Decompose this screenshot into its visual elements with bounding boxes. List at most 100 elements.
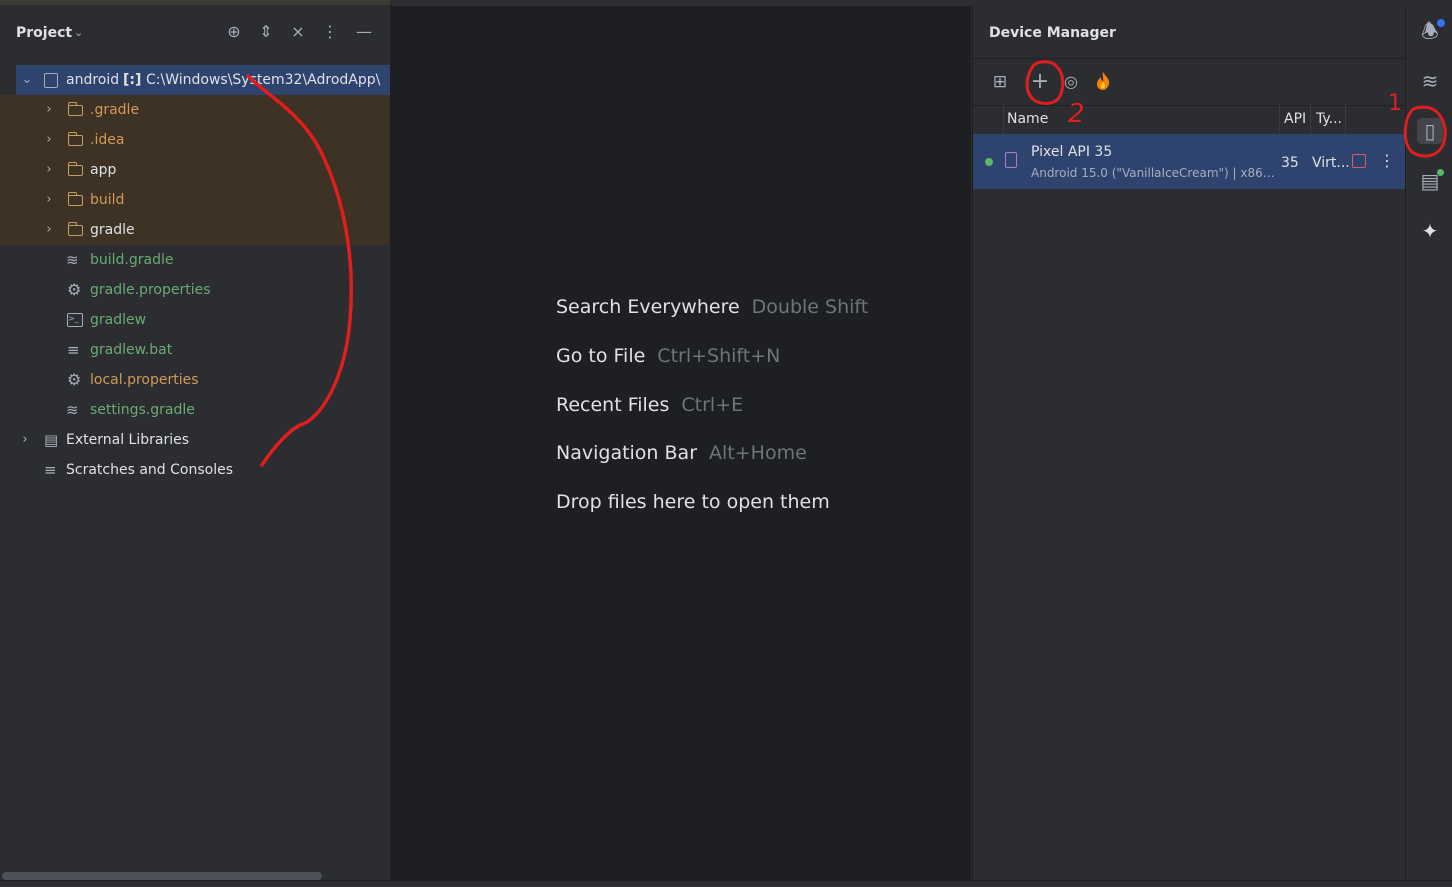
hint-label: Search Everywhere bbox=[556, 296, 740, 318]
root-path: C:\Windows\System32\AdrodApp\ bbox=[146, 72, 381, 88]
folder-label: .idea bbox=[90, 132, 125, 148]
project-tool-window: Project ⌄ ⊕ ⇕ × ⋮ — ⌄ android [:] C:\Win… bbox=[0, 6, 391, 880]
right-tool-strip: 🕭 ≋ ▯ ▤ ✦ bbox=[1405, 6, 1452, 880]
firebase-icon[interactable] bbox=[1092, 71, 1114, 93]
gemini-sparkle-icon[interactable]: ✦ bbox=[1417, 218, 1443, 244]
file-label: local.properties bbox=[90, 372, 199, 388]
gradle-icon: ≋ bbox=[66, 401, 79, 419]
file-label: settings.gradle bbox=[90, 402, 195, 418]
tree-file-local-properties[interactable]: ⚙ local.properties bbox=[0, 365, 390, 395]
hint-search-everywhere: Search Everywhere Double Shift bbox=[556, 296, 868, 318]
device-subtitle: Android 15.0 ("VanillaIceCream") | x86_.… bbox=[1031, 166, 1277, 180]
chevron-down-icon[interactable]: ⌄ bbox=[20, 65, 34, 95]
horizontal-scrollbar[interactable] bbox=[2, 872, 322, 880]
device-table-header: Name API Ty... bbox=[973, 104, 1405, 134]
folder-icon bbox=[68, 222, 83, 236]
file-label: gradlew.bat bbox=[90, 342, 173, 358]
folder-label: build bbox=[90, 192, 125, 208]
terminal-icon: >_ bbox=[67, 313, 83, 327]
scratches-label: Scratches and Consoles bbox=[66, 462, 233, 478]
hide-panel-icon[interactable]: — bbox=[354, 22, 374, 42]
root-marker: [:] bbox=[123, 72, 142, 88]
device-type: Virt... bbox=[1312, 155, 1350, 171]
status-running-dot bbox=[985, 158, 993, 166]
chevron-right-icon[interactable]: › bbox=[42, 215, 56, 245]
module-folder-icon bbox=[44, 73, 58, 88]
file-label: gradle.properties bbox=[90, 282, 211, 298]
collapse-all-icon[interactable]: × bbox=[288, 22, 308, 42]
tree-scratches-consoles[interactable]: ≡ Scratches and Consoles bbox=[0, 455, 390, 485]
folder-icon bbox=[68, 102, 83, 116]
hint-shortcut: Ctrl+Shift+N bbox=[657, 345, 781, 367]
tree-folder-idea[interactable]: › .idea bbox=[0, 125, 390, 155]
chevron-right-icon[interactable]: › bbox=[42, 185, 56, 215]
device-manager-panel: Device Manager ⊞ + ◎ Name API Ty... Pixe… bbox=[972, 6, 1405, 880]
library-icon: ▤ bbox=[44, 431, 59, 449]
hint-label: Drop files here to open them bbox=[556, 491, 830, 513]
folder-label: .gradle bbox=[90, 102, 140, 118]
tree-folder-dotgradle[interactable]: › .gradle bbox=[0, 95, 390, 125]
device-grid-icon[interactable]: ⊞ bbox=[989, 71, 1011, 93]
column-name[interactable]: Name bbox=[1007, 104, 1048, 134]
project-panel-title[interactable]: Project bbox=[16, 25, 72, 41]
more-options-icon[interactable]: ⋮ bbox=[320, 22, 340, 42]
tree-file-gradlew[interactable]: >_ gradlew bbox=[0, 305, 390, 335]
hint-recent-files: Recent Files Ctrl+E bbox=[556, 394, 743, 416]
column-type[interactable]: Ty... bbox=[1316, 104, 1342, 134]
chevron-right-icon[interactable]: › bbox=[18, 425, 32, 455]
device-row-pixel-api-35[interactable]: Pixel API 35 Android 15.0 ("VanillaIceCr… bbox=[973, 134, 1405, 189]
device-manager-toolbar: ⊞ + ◎ bbox=[973, 58, 1405, 106]
hint-go-to-file: Go to File Ctrl+Shift+N bbox=[556, 345, 780, 367]
locate-target-icon[interactable]: ⊕ bbox=[224, 22, 244, 42]
tree-folder-build[interactable]: › build bbox=[0, 185, 390, 215]
file-label: build.gradle bbox=[90, 252, 174, 268]
hint-label: Recent Files bbox=[556, 394, 670, 416]
column-api[interactable]: API bbox=[1284, 104, 1306, 134]
wifi-pair-icon[interactable]: ◎ bbox=[1060, 71, 1082, 93]
tree-external-libraries[interactable]: › ▤ External Libraries bbox=[0, 425, 390, 455]
external-libraries-label: External Libraries bbox=[66, 432, 189, 448]
editor-area: Search Everywhere Double Shift Go to File… bbox=[391, 6, 971, 880]
chevron-right-icon[interactable]: › bbox=[42, 95, 56, 125]
tree-file-settings-gradle[interactable]: ≋ settings.gradle bbox=[0, 395, 390, 425]
folder-icon bbox=[68, 162, 83, 176]
tree-file-gradlew-bat[interactable]: ≡ gradlew.bat bbox=[0, 335, 390, 365]
hint-drop-files: Drop files here to open them bbox=[556, 491, 830, 513]
tree-root-android[interactable]: ⌄ android [:] C:\Windows\System32\AdrodA… bbox=[16, 65, 390, 95]
device-name: Pixel API 35 bbox=[1031, 144, 1113, 160]
chevron-right-icon[interactable]: › bbox=[42, 125, 56, 155]
virtual-device-icon bbox=[1005, 152, 1017, 168]
hint-shortcut: Double Shift bbox=[751, 296, 869, 318]
stop-device-icon[interactable] bbox=[1352, 154, 1366, 168]
running-badge bbox=[1437, 169, 1444, 176]
hint-label: Go to File bbox=[556, 345, 646, 367]
scratches-icon: ≡ bbox=[44, 461, 57, 479]
device-api: 35 bbox=[1281, 155, 1299, 171]
tree-file-gradle-properties[interactable]: ⚙ gradle.properties bbox=[0, 275, 390, 305]
chevron-down-icon[interactable]: ⌄ bbox=[74, 26, 83, 39]
tree-folder-app[interactable]: › app bbox=[0, 155, 390, 185]
gradle-icon: ≋ bbox=[66, 251, 79, 269]
text-lines-icon: ≡ bbox=[67, 341, 80, 359]
settings-gear-icon: ⚙ bbox=[67, 280, 82, 299]
notification-badge bbox=[1437, 19, 1445, 27]
tree-file-build-gradle[interactable]: ≋ build.gradle bbox=[0, 245, 390, 275]
expand-all-icon[interactable]: ⇕ bbox=[256, 22, 276, 42]
gradle-icon[interactable]: ≋ bbox=[1417, 68, 1443, 94]
settings-gear-icon: ⚙ bbox=[67, 370, 82, 389]
root-name: android bbox=[66, 72, 120, 88]
hint-label: Navigation Bar bbox=[556, 442, 698, 464]
folder-icon bbox=[68, 132, 83, 146]
tree-folder-gradle[interactable]: › gradle bbox=[0, 215, 390, 245]
hint-navigation-bar: Navigation Bar Alt+Home bbox=[556, 442, 807, 464]
more-actions-icon[interactable]: ⋮ bbox=[1379, 151, 1395, 170]
device-manager-title: Device Manager bbox=[989, 25, 1116, 41]
add-device-icon[interactable]: + bbox=[1029, 71, 1051, 93]
hint-shortcut: Ctrl+E bbox=[681, 394, 744, 416]
device-manager-icon[interactable]: ▯ bbox=[1417, 118, 1443, 144]
folder-label: gradle bbox=[90, 222, 135, 238]
chevron-right-icon[interactable]: › bbox=[42, 155, 56, 185]
file-label: gradlew bbox=[90, 312, 147, 328]
folder-label: app bbox=[90, 162, 117, 178]
hint-shortcut: Alt+Home bbox=[709, 442, 807, 464]
